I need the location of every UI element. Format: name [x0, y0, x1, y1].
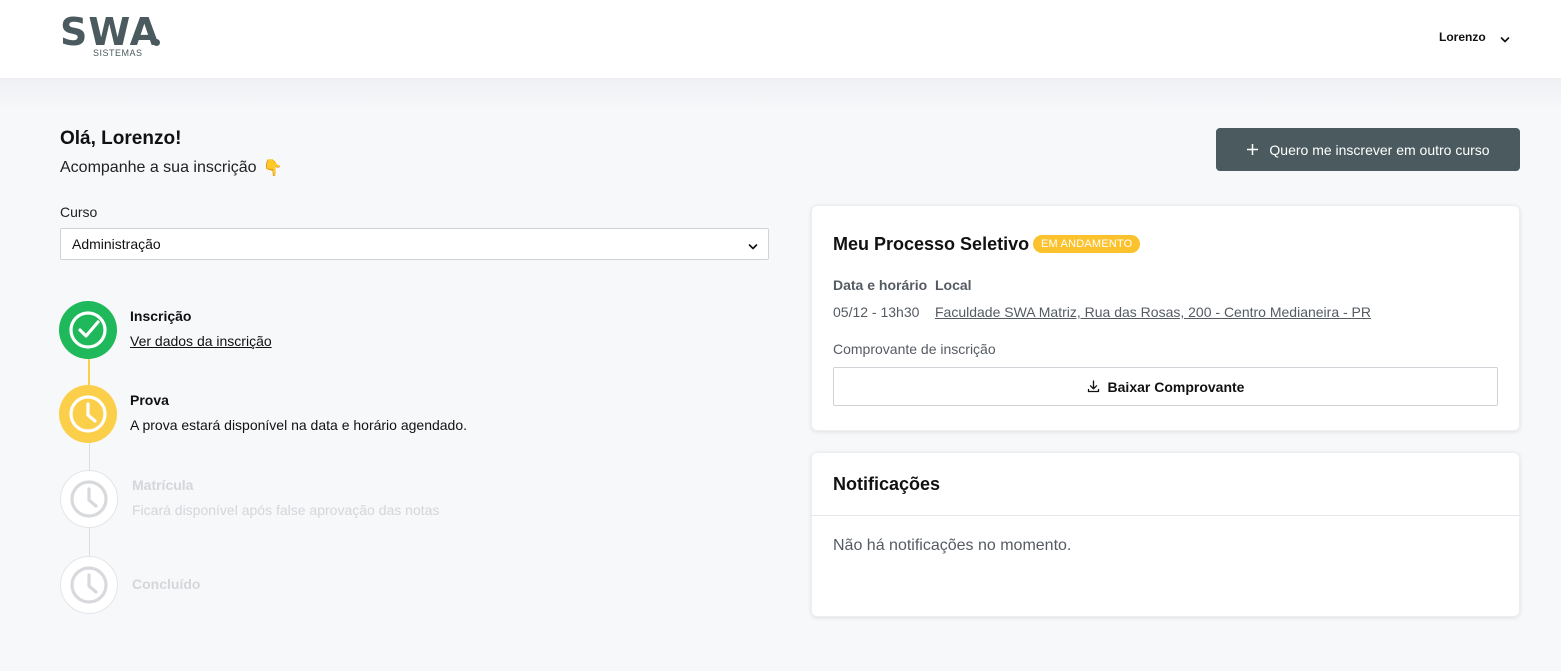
download-icon: [1087, 380, 1099, 393]
plus-icon: [1246, 140, 1259, 160]
course-label: Curso: [60, 204, 98, 220]
process-card: Meu Processo Seletivo EM ANDAMENTO Data …: [811, 205, 1520, 431]
logo-dot: [153, 39, 160, 46]
swa-logo[interactable]: SWA SISTEMAS: [60, 12, 170, 62]
date-value: 05/12 - 13h30: [833, 304, 920, 320]
step-title-prova: Prova: [130, 392, 169, 408]
timeline-connector: [89, 526, 90, 558]
clock-icon: [69, 395, 107, 433]
view-enrollment-link[interactable]: Ver dados da inscrição: [130, 333, 272, 349]
course-select[interactable]: Administração: [60, 228, 769, 260]
local-link[interactable]: Faculdade SWA Matriz, Rua das Rosas, 200…: [935, 304, 1371, 320]
notifications-empty-text: Não há notificações no momento.: [833, 537, 1072, 554]
new-course-button[interactable]: Quero me inscrever em outro curso: [1216, 128, 1520, 171]
chevron-down-icon: [1500, 32, 1510, 43]
step-inscricao-icon: [59, 301, 117, 359]
notifications-title: Notificações: [833, 474, 941, 494]
course-selected-value: Administração: [72, 236, 161, 252]
timeline-connector: [88, 357, 90, 387]
check-icon: [69, 311, 107, 349]
top-header: SWA SISTEMAS Lorenzo: [0, 0, 1561, 79]
notifications-card: Notificações Não há notificações no mome…: [811, 452, 1520, 617]
step-desc-prova: A prova estará disponível na data e horá…: [130, 417, 468, 433]
chevron-down-icon: [748, 239, 758, 250]
pointing-hand-icon: 👇: [262, 160, 283, 177]
header-shade: [0, 79, 1561, 109]
step-matricula-icon: [60, 470, 118, 528]
download-label: Baixar Comprovante: [1107, 378, 1245, 395]
step-desc-matricula: Ficará disponível após false aprovação d…: [132, 502, 440, 518]
download-receipt-button[interactable]: Baixar Comprovante: [833, 367, 1498, 406]
subtitle-text: Acompanhe a sua inscrição: [60, 159, 257, 176]
page-subtitle: Acompanhe a sua inscrição 👇: [60, 158, 282, 178]
status-badge: EM ANDAMENTO: [1033, 235, 1141, 253]
step-title-matricula: Matrícula: [132, 477, 194, 493]
logo-subtitle: SISTEMAS: [93, 48, 143, 58]
user-name: Lorenzo: [1439, 30, 1486, 44]
notifications-divider: [812, 515, 1519, 516]
receipt-label: Comprovante de inscrição: [833, 341, 996, 357]
clock-icon: [70, 566, 108, 604]
clock-icon: [70, 480, 108, 518]
step-title-inscricao: Inscrição: [130, 308, 192, 324]
step-concluido-icon: [60, 556, 118, 614]
page-title: Olá, Lorenzo!: [60, 128, 182, 149]
timeline-connector: [89, 440, 90, 472]
new-course-label: Quero me inscrever em outro curso: [1269, 141, 1490, 158]
step-prova-icon: [59, 385, 117, 443]
date-header: Data e horário: [833, 277, 928, 293]
step-title-concluido: Concluído: [132, 576, 201, 592]
process-title: Meu Processo Seletivo: [833, 234, 1030, 254]
user-menu[interactable]: Lorenzo: [1439, 28, 1510, 46]
logo-text: SWA: [60, 10, 160, 54]
local-header: Local: [935, 277, 972, 293]
